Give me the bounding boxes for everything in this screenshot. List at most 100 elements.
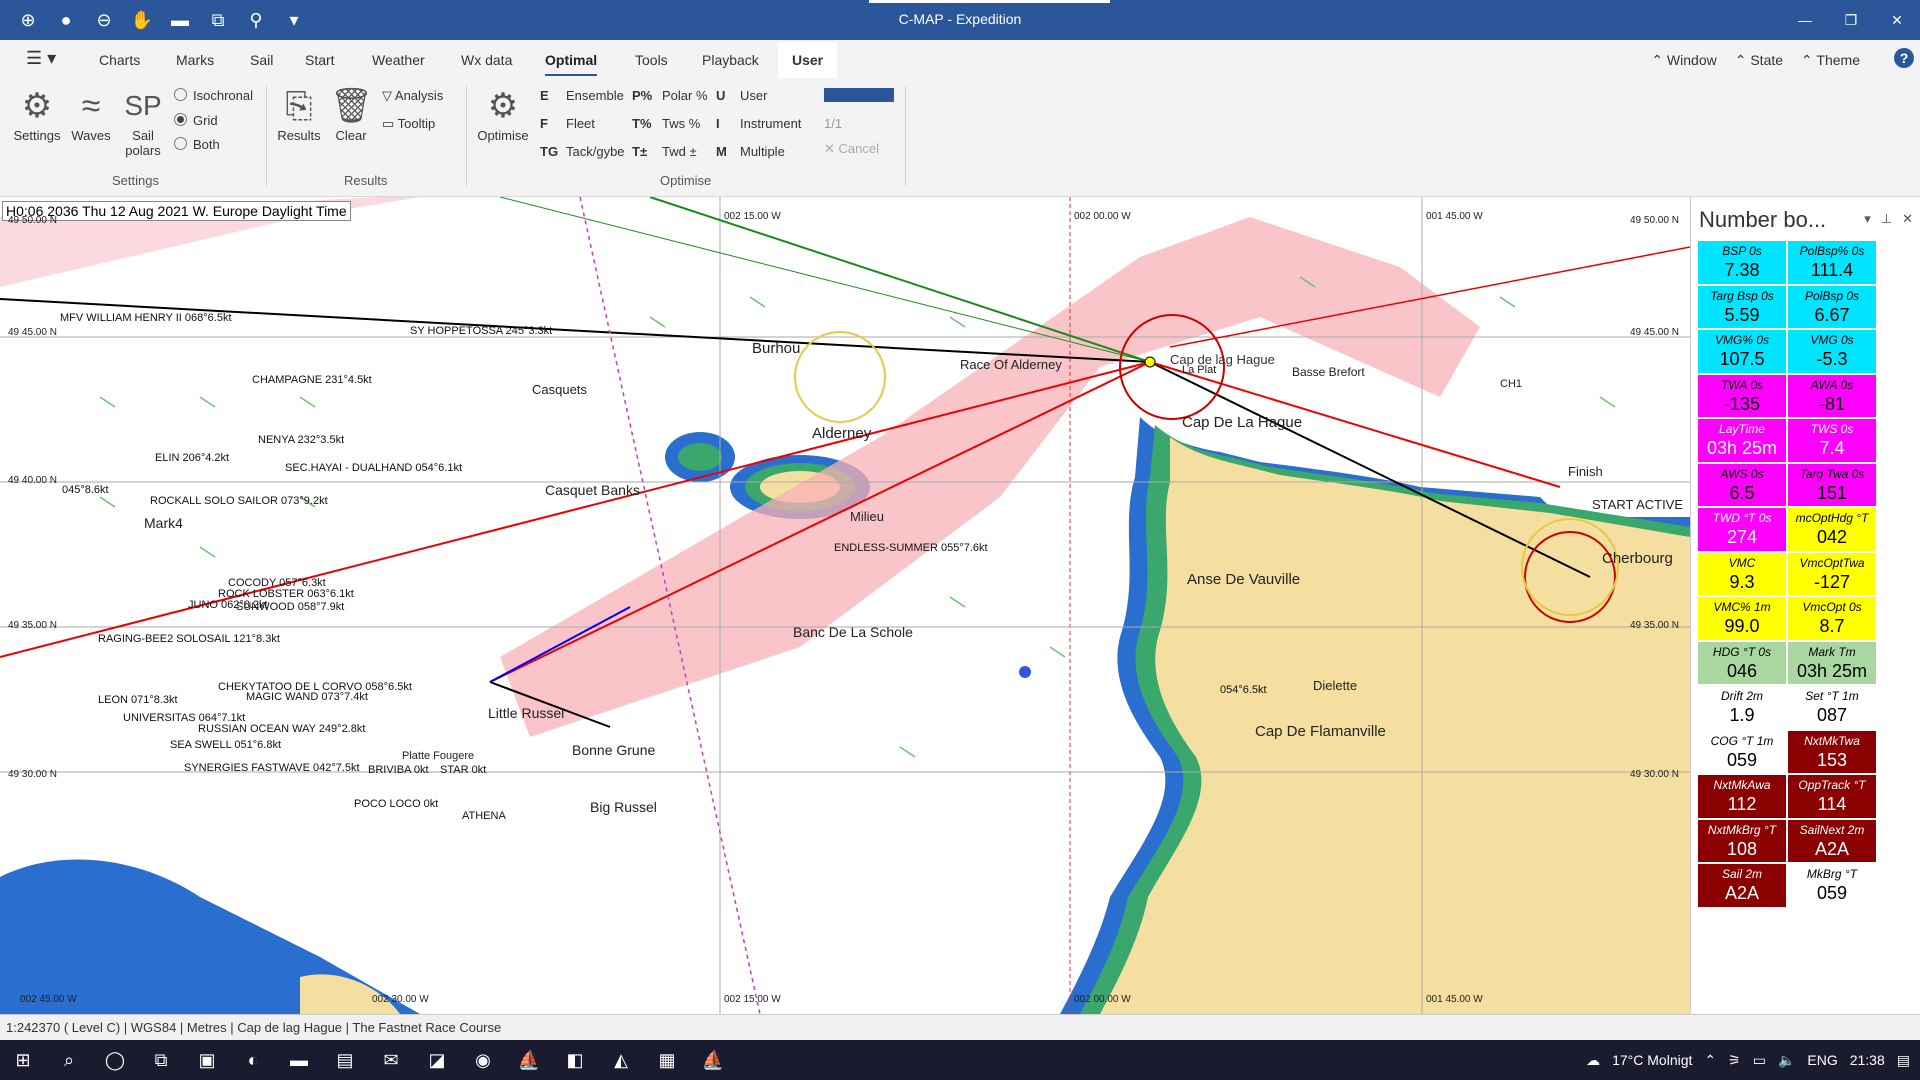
instrument-button[interactable]: I Instrument bbox=[716, 116, 801, 131]
store-icon[interactable]: ▤ bbox=[322, 1040, 368, 1080]
twd-plusminus-button[interactable]: T± Twd ± bbox=[632, 144, 697, 159]
number-board-cell[interactable]: TWD °T 0s 274 bbox=[1697, 507, 1787, 552]
boat-label[interactable]: ROCKALL SOLO SAILOR 073°9.2kt bbox=[150, 495, 328, 507]
tab-sail[interactable]: Sail bbox=[250, 52, 273, 68]
number-board-cell[interactable]: VMC 9.3 bbox=[1697, 551, 1787, 596]
number-board-cell[interactable]: OppTrack °T 114 bbox=[1787, 774, 1877, 819]
waypoint-marker[interactable] bbox=[1019, 666, 1031, 678]
weather-text[interactable]: 17°C Molnigt bbox=[1612, 1052, 1692, 1068]
number-board-cell[interactable]: VMG% 0s 107.5 bbox=[1697, 329, 1787, 374]
number-board-cell[interactable]: Targ Bsp 0s 5.59 bbox=[1697, 284, 1787, 329]
analysis-button[interactable]: ▽ Analysis bbox=[382, 88, 443, 104]
waves-button[interactable]: ≈ Waves bbox=[70, 88, 112, 143]
windows-start-icon[interactable]: ⊞ bbox=[0, 1040, 46, 1080]
boat-label[interactable]: MFV WILLIAM HENRY II 068°6.5kt bbox=[60, 312, 232, 324]
user-button[interactable]: U User bbox=[716, 88, 767, 103]
battery-icon[interactable]: ▭ bbox=[1753, 1052, 1766, 1069]
tab-playback[interactable]: Playback bbox=[702, 52, 759, 68]
tack-gybe-button[interactable]: TG Tack/gybe bbox=[540, 144, 625, 159]
calculator-icon[interactable]: ▦ bbox=[644, 1040, 690, 1080]
close-icon[interactable]: ✕ bbox=[1902, 211, 1913, 227]
pin-icon[interactable]: ⊥ bbox=[1881, 211, 1892, 227]
boat-label[interactable]: SUNWOOD 058°7.9kt bbox=[236, 601, 344, 613]
theme-menu[interactable]: ⌃ Theme bbox=[1801, 52, 1860, 69]
boat-label[interactable]: RAGING-BEE2 SOLOSAIL 121°8.3kt bbox=[98, 633, 280, 645]
number-board-cell[interactable]: NxtMkTwa 153 bbox=[1787, 729, 1877, 774]
sail-polars-button[interactable]: SP Sail polars bbox=[118, 88, 168, 158]
chevron-up-icon[interactable]: ⌃ bbox=[1704, 1052, 1716, 1069]
number-board-cell[interactable]: SailNext 2m A2A bbox=[1787, 818, 1877, 863]
state-menu[interactable]: ⌃ State bbox=[1735, 52, 1783, 69]
number-board-cell[interactable]: AWS 0s 6.5 bbox=[1697, 462, 1787, 507]
multiple-button[interactable]: M Multiple bbox=[716, 144, 785, 159]
mark-point[interactable] bbox=[1144, 356, 1156, 368]
boat-label[interactable]: LEON 071°8.3kt bbox=[98, 694, 178, 706]
number-board-cell[interactable]: MkBrg °T 059 bbox=[1787, 863, 1877, 908]
boat-label[interactable]: SEA SWELL 051°6.8kt bbox=[170, 739, 281, 751]
tws-percent-button[interactable]: T% Tws % bbox=[632, 116, 700, 131]
isochronal-radio[interactable]: Isochronal bbox=[174, 88, 253, 103]
settings-button[interactable]: ⚙ Settings bbox=[10, 88, 64, 143]
tab-start[interactable]: Start bbox=[305, 52, 335, 68]
number-board-cell[interactable]: HDG °T 0s 046 bbox=[1697, 640, 1787, 685]
number-board-cell[interactable]: COG °T 1m 059 bbox=[1697, 729, 1787, 774]
number-board-cell[interactable]: TWA 0s -135 bbox=[1697, 373, 1787, 418]
number-board-cell[interactable]: LayTime 03h 25m bbox=[1697, 418, 1787, 463]
boat-label[interactable]: BRIVIBA 0kt bbox=[368, 764, 429, 776]
tab-wx-data[interactable]: Wx data bbox=[461, 52, 512, 68]
weather-icon[interactable]: ☁ bbox=[1586, 1052, 1600, 1069]
close-icon[interactable]: ✕ bbox=[1874, 0, 1920, 40]
boat-label[interactable]: CHAMPAGNE 231°4.5kt bbox=[252, 374, 372, 386]
office-icon[interactable]: ◪ bbox=[414, 1040, 460, 1080]
boat-label[interactable]: 045°8.6kt bbox=[62, 484, 109, 496]
outlook-icon[interactable]: ◧ bbox=[552, 1040, 598, 1080]
number-board-cell[interactable]: Mark Tm 03h 25m bbox=[1787, 640, 1877, 685]
number-board-cell[interactable]: VmcOpt 0s 8.7 bbox=[1787, 596, 1877, 641]
tab-weather[interactable]: Weather bbox=[372, 52, 425, 68]
tab-charts[interactable]: Charts bbox=[99, 52, 140, 68]
search-icon[interactable]: ⌕ bbox=[46, 1040, 92, 1080]
number-board-cell[interactable]: VmcOptTwa -127 bbox=[1787, 551, 1877, 596]
volume-icon[interactable]: 🔈 bbox=[1778, 1052, 1795, 1069]
chrome-icon[interactable]: ◉ bbox=[460, 1040, 506, 1080]
number-board-cell[interactable]: PolBsp 0s 6.67 bbox=[1787, 284, 1877, 329]
number-board-cell[interactable]: NxtMkBrg °T 108 bbox=[1697, 818, 1787, 863]
cancel-button[interactable]: ✕ Cancel bbox=[824, 141, 879, 157]
number-board-cell[interactable]: Drift 2m 1.9 bbox=[1697, 685, 1787, 730]
window-menu[interactable]: ⌃ Window bbox=[1651, 52, 1716, 69]
boat-label[interactable]: ENDLESS-SUMMER 055°7.6kt bbox=[834, 542, 988, 554]
fleet-button[interactable]: F Fleet bbox=[540, 116, 595, 131]
network-icon[interactable]: ⚞ bbox=[1728, 1052, 1741, 1069]
number-board-cell[interactable]: VMC% 1m 99.0 bbox=[1697, 596, 1787, 641]
number-board-cell[interactable]: PolBsp% 0s 111.4 bbox=[1787, 240, 1877, 285]
number-board-cell[interactable]: Sail 2m A2A bbox=[1697, 863, 1787, 908]
boat-label[interactable]: ELIN 206°4.2kt bbox=[155, 452, 229, 464]
minimize-icon[interactable]: — bbox=[1782, 0, 1828, 40]
number-board-cell[interactable]: TWS 0s 7.4 bbox=[1787, 418, 1877, 463]
app-icon[interactable]: ▣ bbox=[184, 1040, 230, 1080]
boat-label[interactable]: MAGIC WAND 073°7.4kt bbox=[246, 691, 368, 703]
boat-label[interactable]: NENYA 232°3.5kt bbox=[258, 434, 344, 446]
number-board-cell[interactable]: AWA 0s -81 bbox=[1787, 373, 1877, 418]
number-board-cell[interactable]: mcOptHdg °T 042 bbox=[1787, 507, 1877, 552]
notification-icon[interactable]: ▤ bbox=[1897, 1052, 1910, 1069]
grid-radio[interactable]: Grid bbox=[174, 113, 218, 128]
boat-label[interactable]: POCO LOCO 0kt bbox=[354, 798, 438, 810]
cortana-icon[interactable]: ◯ bbox=[92, 1040, 138, 1080]
boat-label[interactable]: ATHENA bbox=[462, 810, 506, 822]
edge-icon[interactable]: ◐ bbox=[230, 1040, 276, 1080]
tab-tools[interactable]: Tools bbox=[635, 52, 668, 68]
clear-button[interactable]: 🗑 Clear bbox=[330, 88, 373, 143]
tooltip-button[interactable]: ▭ Tooltip bbox=[382, 116, 435, 132]
tab-marks[interactable]: Marks bbox=[176, 52, 214, 68]
number-board-cell[interactable]: VMG 0s -5.3 bbox=[1787, 329, 1877, 374]
expedition-active-icon[interactable]: ⛵ bbox=[690, 1040, 736, 1080]
menu-icon[interactable]: ☰ ▾ bbox=[26, 48, 56, 69]
number-board-cell[interactable]: Targ Twa 0s 151 bbox=[1787, 462, 1877, 507]
results-button[interactable]: ⎘ Results bbox=[276, 88, 322, 143]
tab-optimal[interactable]: Optimal bbox=[545, 52, 598, 76]
expedition-icon[interactable]: ⛵ bbox=[506, 1040, 552, 1080]
restore-icon[interactable]: ❐ bbox=[1828, 0, 1874, 40]
file-explorer-icon[interactable]: ▬ bbox=[276, 1040, 322, 1080]
boat-label[interactable]: RUSSIAN OCEAN WAY 249°2.8kt bbox=[198, 723, 365, 735]
